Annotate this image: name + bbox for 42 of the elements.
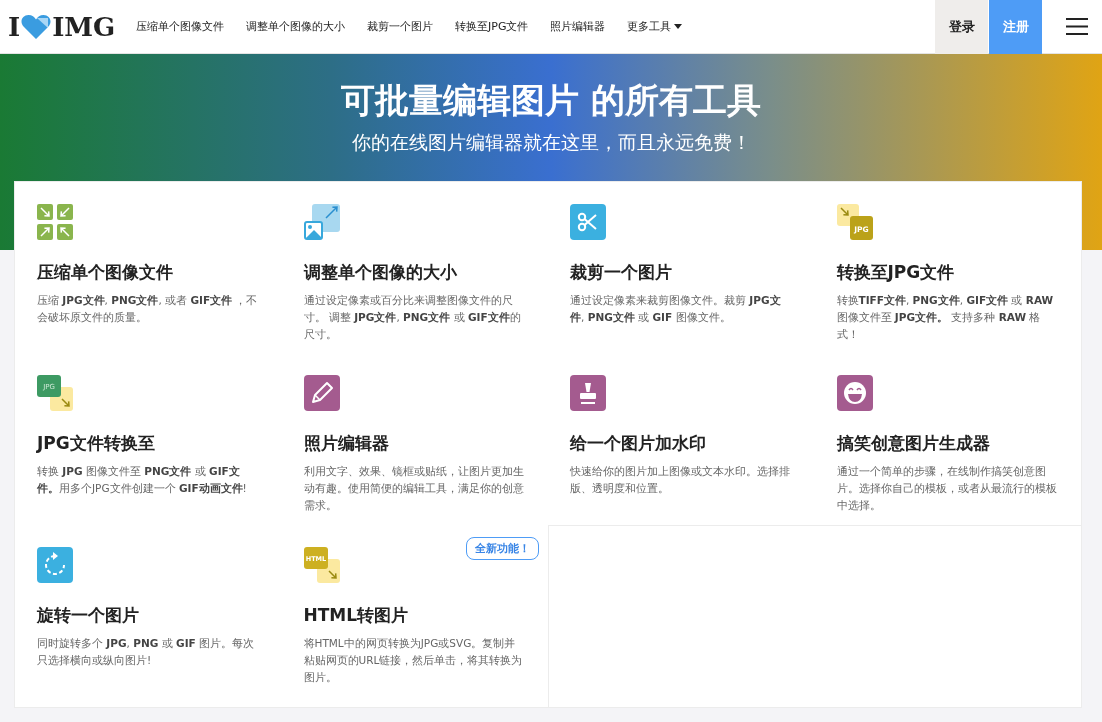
arrows-icon xyxy=(37,204,73,240)
hero-title: 可批量编辑图片 的所有工具 xyxy=(341,79,761,122)
tool-description: 转换TIFF文件, PNG文件, GIF文件 或 RAW 图像文件至 JPG文件。 支持多种 RAW 格式！ xyxy=(836,293,1055,342)
new-badge: 全新功能！ xyxy=(466,537,539,560)
tool-title: 旋转一个图片 xyxy=(37,604,140,626)
tool-title: HTML转图片 xyxy=(303,604,410,626)
stamp-icon xyxy=(570,375,606,411)
login-button[interactable]: 登录 xyxy=(935,0,988,54)
tool-description: 将HTML中的网页转换为JPG或SVG。复制并粘贴网页的URL链接，然后单击，将其转换为图片。 xyxy=(303,636,524,685)
tool-description: 压缩 JPG文件, PNG文件, 或者 GIF文件 ，不会破坏原文件的质量。 xyxy=(37,293,259,325)
rotate-icon xyxy=(37,547,73,583)
nav-link[interactable]: 裁剪一个图片 xyxy=(367,19,433,34)
nav-link[interactable]: 压缩单个图像文件 xyxy=(136,19,224,34)
nav-link[interactable]: 更多工具 xyxy=(627,19,683,34)
logo[interactable]: I IMG xyxy=(8,11,116,42)
tool-title: JPG文件转换至 xyxy=(37,432,156,454)
tool-title: 裁剪一个图片 xyxy=(570,261,673,283)
tool-description: 通过设定像素或百分比来调整图像文件的尺寸。 调整 JPG文件, PNG文件 或 GIF文件的尺寸。 xyxy=(303,293,522,342)
tool-description: 快速给你的图片加上图像或文本水印。选择排版、透明度和位置。 xyxy=(570,464,791,496)
tool-title: 调整单个图像的大小 xyxy=(303,261,458,283)
tool-description: 通过一个简单的步骤，在线制作搞笑创意图片。选择你自己的模板，或者从最流行的模板中选择。 xyxy=(836,464,1058,513)
tool-description: 通过设定像素来裁剪图像文件。裁剪 JPG文件, PNG文件 或 GIF 图像文件。 xyxy=(570,293,782,325)
nav-link[interactable]: 调整单个图像的大小 xyxy=(246,19,345,34)
tool-title: 照片编辑器 xyxy=(303,432,390,454)
tool-title: 转换至JPG文件 xyxy=(836,261,956,283)
pencil-icon xyxy=(303,375,340,411)
image-resize-icon xyxy=(303,204,340,240)
scissors-icon xyxy=(570,204,606,240)
file-tag xyxy=(849,216,873,240)
file-tag xyxy=(303,547,328,569)
tool-description: 转换 JPG 图像文件至 PNG文件 或 GIF文件。用多个JPG文件创建一个 GIF动画文件! xyxy=(37,464,248,496)
file-tag xyxy=(37,375,61,397)
tool-description: 利用文字、效果、镜框或贴纸，让图片更加生动有趣。使用简便的编辑工具，满足你的创意需求。 xyxy=(303,464,525,513)
nav-link[interactable]: 照片编辑器 xyxy=(550,19,606,34)
tool-title: 压缩单个图像文件 xyxy=(37,261,174,283)
nav-link[interactable]: 转换至JPG文件 xyxy=(455,19,529,34)
tool-title: 给一个图片加水印 xyxy=(570,432,707,454)
menu-icon[interactable] xyxy=(1066,18,1088,35)
laughing-face-icon xyxy=(836,375,873,411)
tool-description: 同时旋转多个 JPG, PNG 或 GIF 图片。每次只选择横向或纵向图片! xyxy=(37,636,256,668)
hero-subtitle: 你的在线图片编辑器就在这里，而且永远免费！ xyxy=(351,130,751,155)
tool-title: 搞笑创意图片生成器 xyxy=(836,432,991,454)
